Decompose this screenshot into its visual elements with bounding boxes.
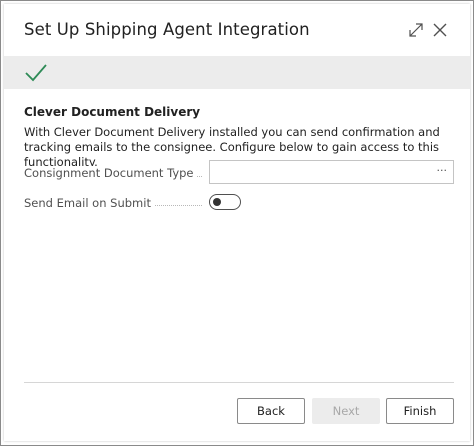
dialog-header: Set Up Shipping Agent Integration bbox=[4, 4, 470, 56]
consignment-document-type-field[interactable]: ··· bbox=[209, 160, 454, 184]
lookup-button[interactable]: ··· bbox=[437, 164, 448, 178]
setup-dialog: Set Up Shipping Agent Integration Clever… bbox=[4, 4, 470, 441]
consignment-document-type-label: Consignment Document Type bbox=[24, 166, 204, 180]
back-button[interactable]: Back bbox=[237, 398, 305, 424]
close-icon[interactable] bbox=[430, 20, 450, 40]
finish-button[interactable]: Finish bbox=[386, 398, 454, 424]
send-email-on-submit-toggle[interactable] bbox=[209, 194, 241, 210]
expand-icon[interactable] bbox=[406, 20, 426, 40]
consignment-document-type-input[interactable] bbox=[210, 161, 442, 183]
send-email-on-submit-label: Send Email on Submit bbox=[24, 196, 204, 210]
next-button[interactable]: Next bbox=[312, 398, 380, 424]
status-bar bbox=[4, 56, 470, 89]
dialog-title: Set Up Shipping Agent Integration bbox=[24, 20, 310, 39]
footer-divider bbox=[24, 382, 454, 383]
checkmark-icon bbox=[24, 63, 48, 83]
section-title: Clever Document Delivery bbox=[24, 105, 201, 119]
consignment-document-type-label-text: Consignment Document Type bbox=[24, 166, 197, 180]
toggle-knob bbox=[213, 198, 221, 206]
window-frame: Set Up Shipping Agent Integration Clever… bbox=[0, 0, 474, 446]
send-email-on-submit-label-text: Send Email on Submit bbox=[24, 196, 154, 210]
